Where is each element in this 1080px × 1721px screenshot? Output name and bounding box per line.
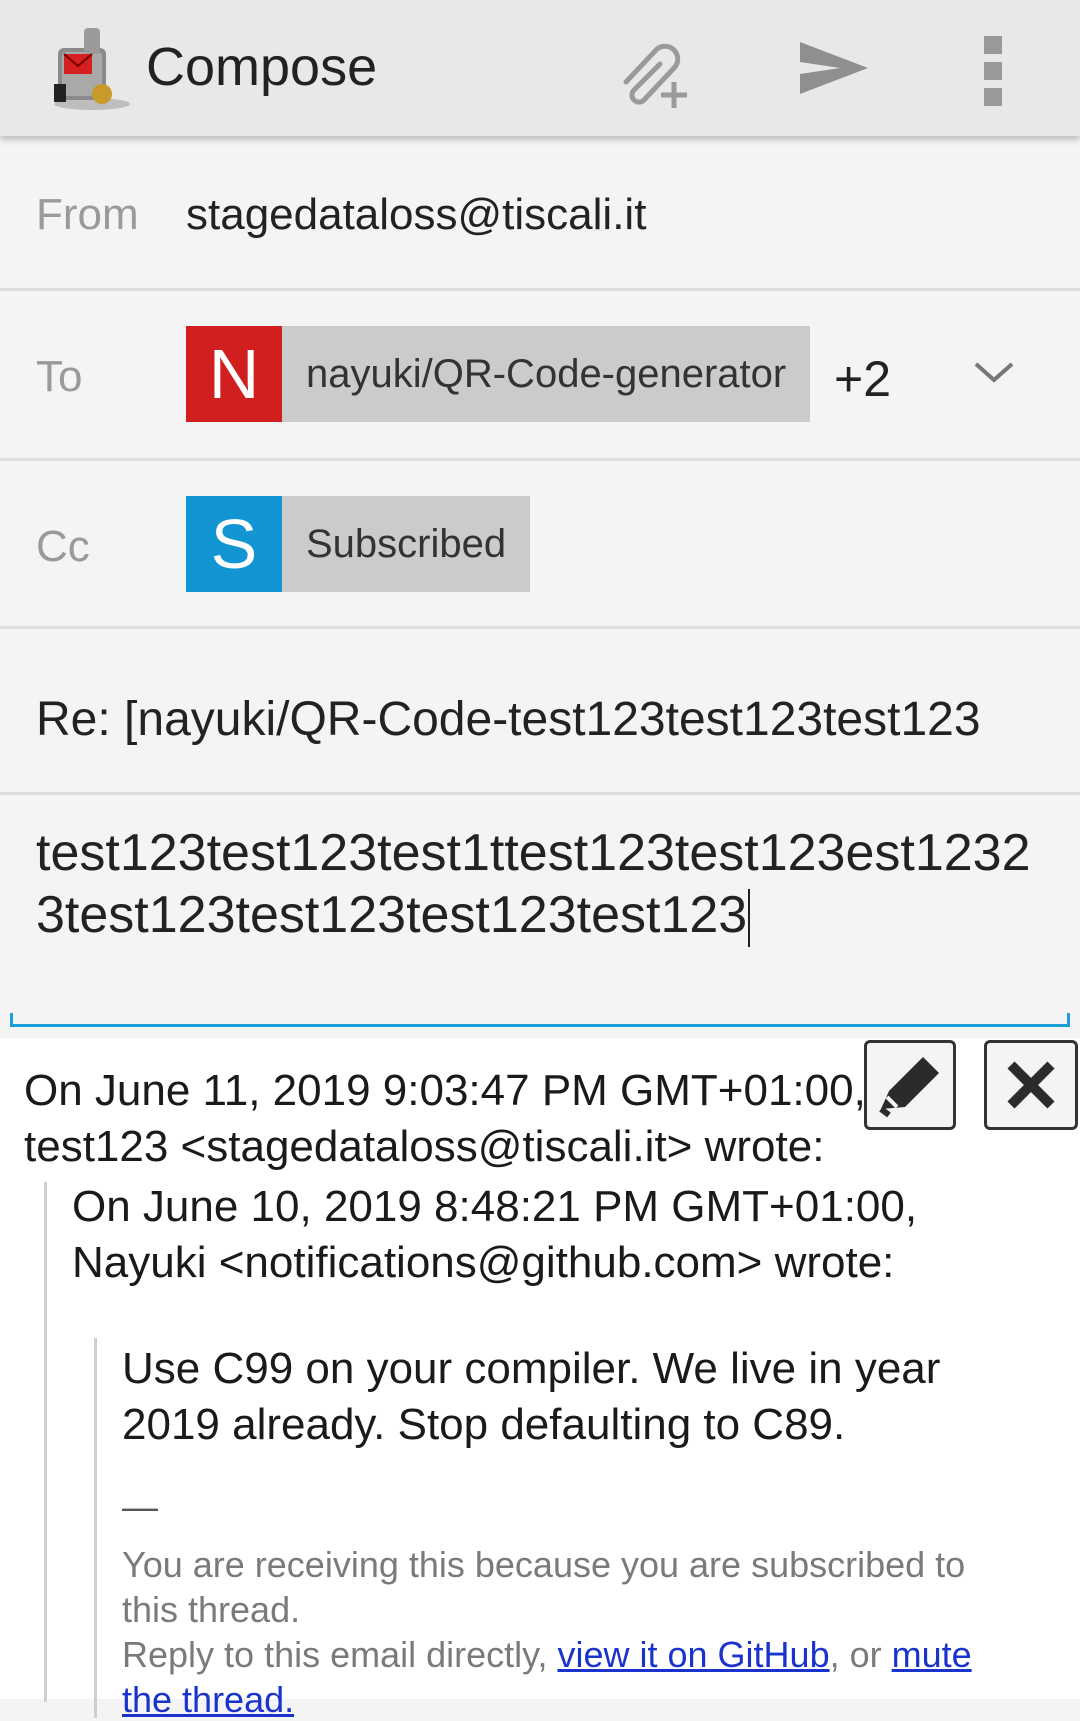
body-focus-underline [10,1024,1070,1027]
recipient-avatar: S [186,496,282,592]
pencil-icon [879,1057,939,1118]
recipient-label: Subscribed [306,521,507,566]
text-cursor [748,889,751,948]
cc-recipient-chip[interactable]: S Subscribed [186,496,531,592]
divider [0,626,1080,629]
quote-header-line: test123 <stagedataloss@tiscali.it> wrote… [24,1122,825,1171]
nested-quote-header-line: On June 10, 2019 8:48:21 PM GMT+01:00, [72,1182,918,1231]
send-icon [800,42,868,94]
message-body-text: test123test123test1ttest123test123est123… [36,824,1031,944]
footer-text: , or [829,1634,892,1675]
subject-input[interactable]: Re: [nayuki/QR-Code-test123test123test12… [36,692,1044,747]
expand-recipients-button[interactable] [970,352,1018,392]
divider [0,288,1080,291]
to-recipient-chip[interactable]: N nayuki/QR-Code-generator [186,326,811,422]
mute-thread-link[interactable]: the thread. [122,1679,294,1720]
quote-header-line: On June 11, 2019 9:03:47 PM GMT+01:00, [24,1066,866,1115]
more-recipients-count[interactable]: +2 [834,350,891,408]
quoted-text: On June 11, 2019 9:03:47 PM GMT+01:00, t… [0,1038,1080,1720]
chevron-down-icon [974,362,1014,383]
body-focus-underline [10,1013,13,1027]
from-label: From [36,190,139,239]
view-on-github-link[interactable]: view it on GitHub [557,1634,829,1675]
overflow-menu-icon [984,62,1002,80]
divider [0,792,1080,795]
cc-label: Cc [36,522,90,571]
recipient-label: nayuki/QR-Code-generator [306,351,787,396]
footer-text: Reply to this email directly, [122,1634,558,1675]
delete-quoted-text-button[interactable] [984,1040,1078,1130]
overflow-menu-icon [984,88,1002,106]
mute-thread-link[interactable]: mute [892,1634,972,1675]
attach-file-button[interactable] [608,24,700,112]
quote-bar [44,1182,47,1702]
send-button[interactable] [784,30,876,110]
overflow-menu-button[interactable] [960,30,1030,110]
app-logo-icon [44,18,140,114]
close-icon [1007,1061,1055,1109]
overflow-menu-icon [984,36,1002,54]
quoted-message-line: Use C99 on your compiler. We live in yea… [122,1344,941,1393]
to-label: To [36,352,83,401]
quote-bar [94,1338,97,1718]
body-focus-underline [1067,1013,1070,1027]
app-bar: Compose [0,0,1080,136]
from-account-field[interactable]: stagedataloss@tiscali.it [186,190,646,240]
recipient-avatar: N [186,326,282,422]
footer-line: Reply to this email directly, view it on… [122,1634,972,1676]
edit-quoted-text-button[interactable] [864,1040,956,1130]
quoted-message-line: 2019 already. Stop defaulting to C89. [122,1400,846,1449]
divider [0,458,1080,461]
nested-quote-header-line: Nayuki <notifications@github.com> wrote: [72,1238,895,1287]
attach-add-icon [623,43,687,108]
footer-line: the thread. [122,1679,294,1721]
signature-separator: — [122,1486,158,1527]
screen-title: Compose [146,37,378,97]
footer-line: this thread. [122,1589,301,1630]
message-body-input[interactable]: test123test123test1ttest123test123est123… [36,822,1046,948]
footer-line: You are receiving this because you are s… [122,1544,966,1585]
